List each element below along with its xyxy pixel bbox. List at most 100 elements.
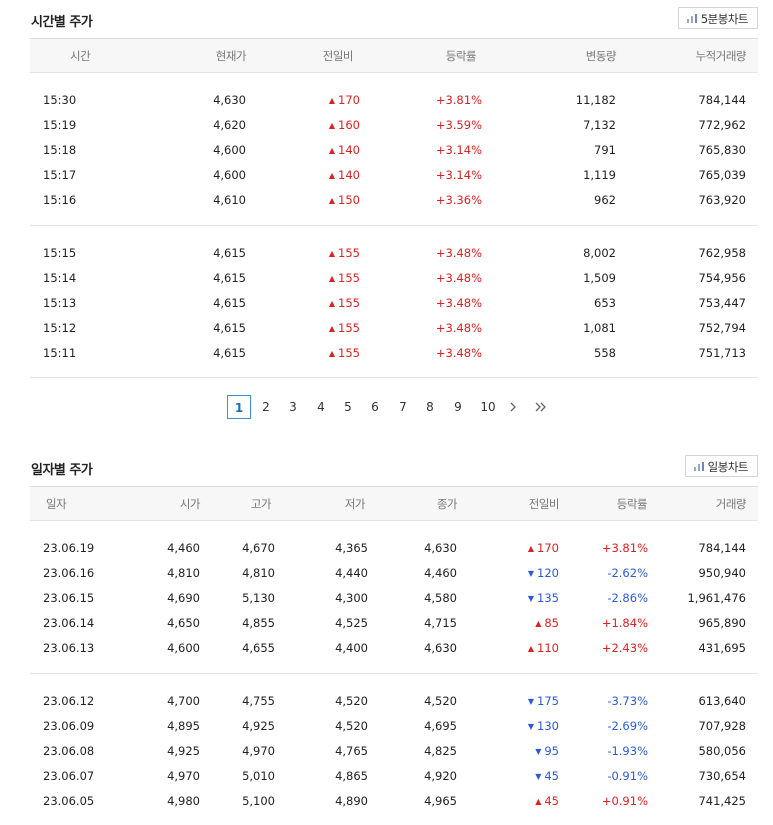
rate-cell: -2.69% <box>607 718 648 733</box>
page-link-2[interactable]: 2 <box>259 395 273 419</box>
close-cell: 4,630 <box>424 640 457 655</box>
change-cell: ▲ 170 <box>256 87 380 112</box>
table-row: 15:18 4,600 ▲ 140 +3.14% 791 765,830 <box>30 137 758 162</box>
change-value: 135 <box>537 590 559 605</box>
close-cell: 4,460 <box>424 565 457 580</box>
rate-cell: +3.48% <box>435 295 482 310</box>
time-cell: 15:16 <box>43 192 77 207</box>
close-cell: 4,920 <box>424 768 457 783</box>
row-spacer <box>30 521 758 536</box>
col-header: 종가 <box>392 486 485 521</box>
change-cell: ▲ 160 <box>256 112 380 137</box>
high-cell: 5,130 <box>242 590 275 605</box>
change-cell: ▼ 95 <box>485 738 587 763</box>
spacer-cell <box>30 212 758 226</box>
open-cell: 4,925 <box>167 743 200 758</box>
page-link-6[interactable]: 6 <box>368 395 382 419</box>
cumulative-volume-cell: 751,713 <box>698 345 746 360</box>
cumulative-volume-cell: 784,144 <box>698 92 746 107</box>
price-cell: 4,600 <box>213 167 246 182</box>
double-chevron-right-icon[interactable] <box>533 395 549 419</box>
low-cell: 4,440 <box>335 565 368 580</box>
volume-cell: 950,940 <box>698 565 746 580</box>
volume-cell: 11,182 <box>575 92 616 107</box>
change-value: 155 <box>338 320 360 335</box>
date-cell: 23.06.05 <box>43 793 95 808</box>
spacer-cell <box>30 226 758 241</box>
table-row: 15:30 4,630 ▲ 170 +3.81% 11,182 784,144 <box>30 87 758 112</box>
triangle-down-icon: ▼ <box>527 696 535 706</box>
col-header: 시가 <box>118 486 206 521</box>
table-row: 23.06.09 4,895 4,925 4,520 4,695 ▼ 130 -2.69% 70… <box>30 713 758 738</box>
rate-cell: +3.81% <box>601 540 648 555</box>
time-price-table: 시간 현재가 전일비 등락률 변동량 누적거래량 15:30 4,630 ▲ 170 +… <box>30 38 758 378</box>
time-cell: 15:11 <box>43 345 77 360</box>
col-header: 등락률 <box>380 38 502 73</box>
rate-cell: -2.86% <box>607 590 648 605</box>
high-cell: 5,010 <box>242 768 275 783</box>
table-row: 15:14 4,615 ▲ 155 +3.48% 1,509 754,956 <box>30 265 758 290</box>
volume-cell: 730,654 <box>698 768 746 783</box>
change-value: 45 <box>544 793 559 808</box>
row-spacer <box>30 365 758 378</box>
triangle-up-icon: ▲ <box>328 170 336 180</box>
close-cell: 4,965 <box>424 793 457 808</box>
volume-cell: 7,132 <box>583 117 616 132</box>
spacer-cell <box>30 660 758 674</box>
table-row: 23.06.19 4,460 4,670 4,365 4,630 ▲ 170 +3.81% 78… <box>30 535 758 560</box>
col-header: 등락률 <box>587 486 681 521</box>
date-cell: 23.06.08 <box>43 743 95 758</box>
close-cell: 4,825 <box>424 743 457 758</box>
triangle-up-icon: ▲ <box>527 643 535 653</box>
page-link-8[interactable]: 8 <box>423 395 437 419</box>
page-link-9[interactable]: 9 <box>451 395 465 419</box>
rate-cell: -2.62% <box>607 565 648 580</box>
rate-cell: +3.48% <box>435 345 482 360</box>
5min-chart-button[interactable]: 5분봉차트 <box>677 7 758 29</box>
price-cell: 4,615 <box>213 345 246 360</box>
triangle-up-icon: ▲ <box>328 120 336 130</box>
page-link-7[interactable]: 7 <box>396 395 410 419</box>
page-link-5[interactable]: 5 <box>341 395 355 419</box>
price-cell: 4,620 <box>213 117 246 132</box>
open-cell: 4,700 <box>167 693 200 708</box>
close-cell: 4,630 <box>424 540 457 555</box>
triangle-up-icon: ▲ <box>328 248 336 258</box>
triangle-down-icon: ▼ <box>535 771 542 781</box>
page-link-3[interactable]: 3 <box>286 395 300 419</box>
change-value: 130 <box>537 718 559 733</box>
change-cell: ▼ 45 <box>485 763 587 788</box>
spacer-cell <box>30 521 758 536</box>
date-cell: 23.06.14 <box>43 615 95 630</box>
triangle-down-icon: ▼ <box>535 746 542 756</box>
cumulative-volume-cell: 763,920 <box>698 192 746 207</box>
table-row: 15:13 4,615 ▲ 155 +3.48% 653 753,447 <box>30 290 758 315</box>
table-row: 23.06.15 4,690 5,130 4,300 4,580 ▼ 135 -2.86% 1,… <box>30 585 758 610</box>
row-spacer <box>30 813 758 825</box>
volume-cell: 1,961,476 <box>687 590 746 605</box>
cumulative-volume-cell: 772,962 <box>698 117 746 132</box>
triangle-down-icon: ▼ <box>527 593 535 603</box>
daily-chart-button[interactable]: 일봉차트 <box>684 455 758 477</box>
open-cell: 4,810 <box>167 565 200 580</box>
table-row: 23.06.13 4,600 4,655 4,400 4,630 ▲ 110 +2.43% 43… <box>30 635 758 660</box>
open-cell: 4,650 <box>167 615 200 630</box>
price-cell: 4,615 <box>213 295 246 310</box>
time-cell: 15:12 <box>43 320 77 335</box>
date-cell: 23.06.12 <box>43 693 95 708</box>
page-link-10[interactable]: 10 <box>478 395 498 419</box>
change-value: 155 <box>338 270 360 285</box>
page-link-1[interactable]: 1 <box>227 395 251 419</box>
rate-cell: +0.91% <box>601 793 648 808</box>
row-spacer <box>30 674 758 689</box>
rate-cell: -0.91% <box>607 768 648 783</box>
chevron-right-icon[interactable] <box>507 395 519 419</box>
page-link-4[interactable]: 4 <box>314 395 328 419</box>
time-cell: 15:17 <box>43 167 77 182</box>
change-value: 45 <box>544 768 559 783</box>
volume-cell: 1,119 <box>583 167 616 182</box>
triangle-up-icon: ▲ <box>328 323 336 333</box>
cumulative-volume-cell: 765,039 <box>698 167 746 182</box>
open-cell: 4,600 <box>167 640 200 655</box>
col-header: 누적거래량 <box>625 38 758 73</box>
